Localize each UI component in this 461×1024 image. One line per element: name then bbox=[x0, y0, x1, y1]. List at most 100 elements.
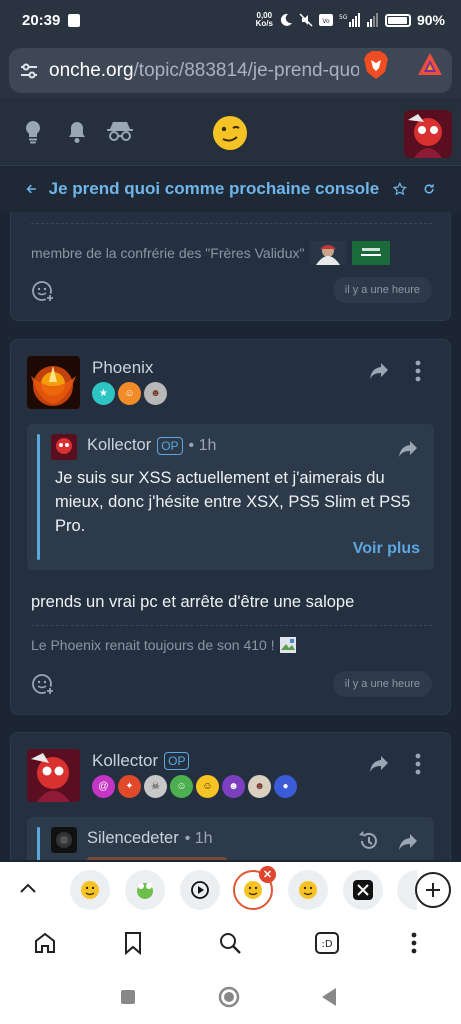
x-logo-icon bbox=[353, 880, 373, 900]
smiley-logo-icon[interactable] bbox=[211, 114, 249, 152]
tab-partial[interactable] bbox=[397, 870, 417, 910]
face-badge-icon: ☻ bbox=[248, 775, 271, 798]
bell-icon[interactable] bbox=[66, 120, 88, 144]
tab-onche[interactable] bbox=[70, 870, 110, 910]
post-header: Kollector OP bbox=[92, 751, 190, 771]
status-time: 20:39 bbox=[22, 11, 61, 29]
tab-onche-2[interactable] bbox=[288, 870, 328, 910]
home-icon[interactable] bbox=[33, 931, 57, 955]
tabs-counter-icon[interactable]: :D bbox=[314, 931, 340, 955]
search-icon[interactable] bbox=[218, 931, 242, 955]
post-card: membre de la confrérie des "Frères Valid… bbox=[10, 212, 451, 321]
svg-text:5G: 5G bbox=[339, 14, 348, 21]
face-badge-icon: ☻ bbox=[144, 382, 167, 405]
post-card: Kollector OP @ ✦ ☠ ☺ ☺ ☻ ☻ ● Silencedete… bbox=[10, 732, 451, 860]
saudi-flag-image bbox=[352, 241, 391, 265]
back-arrow-icon[interactable] bbox=[26, 182, 37, 196]
post-signature: membre de la confrérie des "Frères Valid… bbox=[31, 241, 391, 265]
status-icons: 0,00 Ko/s Vo 5G 90% bbox=[255, 11, 445, 29]
star-badge-icon: ★ bbox=[92, 382, 115, 405]
skull-badge-icon: ☠ bbox=[144, 775, 167, 798]
post-body: prends un vrai pc et arrête d'être une s… bbox=[31, 593, 355, 611]
share-icon[interactable] bbox=[369, 362, 389, 380]
quote-author[interactable]: Silencedeter bbox=[87, 829, 179, 848]
quote-block: Silencedeter • 1h bbox=[27, 817, 434, 860]
avatar[interactable] bbox=[27, 356, 80, 409]
moon-icon bbox=[280, 13, 292, 26]
recents-icon[interactable] bbox=[120, 989, 136, 1005]
avatar[interactable] bbox=[27, 749, 80, 802]
brave-shields-icon[interactable] bbox=[363, 50, 389, 80]
add-reaction-icon[interactable] bbox=[31, 672, 55, 696]
browser-bottom-nav: :D bbox=[0, 918, 461, 968]
browser-toolbar: onche.org/topic/883814/je-prend-quo bbox=[0, 40, 461, 98]
post-time: il y a une heure bbox=[332, 277, 432, 303]
history-icon[interactable] bbox=[358, 830, 380, 852]
url-text[interactable]: onche.org/topic/883814/je-prend-quo bbox=[49, 60, 359, 82]
share-icon[interactable] bbox=[369, 755, 389, 773]
frog-tab-icon bbox=[137, 883, 153, 899]
quote-avatar[interactable] bbox=[51, 434, 77, 460]
topic-bar: Je prend quoi comme prochaine console bbox=[0, 166, 461, 212]
tab-active-onche[interactable]: ✕ bbox=[233, 866, 276, 910]
post-time: il y a une heure bbox=[332, 671, 432, 697]
lightbulb-icon[interactable] bbox=[24, 120, 42, 144]
flame-badge-icon: ✦ bbox=[118, 775, 141, 798]
post-signature: Le Phoenix renait toujours de son 410 ! bbox=[31, 636, 297, 654]
quote-share-icon[interactable] bbox=[398, 833, 418, 851]
quote-time: • 1h bbox=[188, 436, 217, 454]
user-avatar[interactable] bbox=[404, 110, 452, 158]
post-author[interactable]: Phoenix bbox=[92, 358, 153, 378]
signal-icon: 5G bbox=[339, 13, 360, 27]
quote-share-icon[interactable] bbox=[398, 440, 418, 458]
user-badges: @ ✦ ☠ ☺ ☺ ☻ ☻ ● bbox=[92, 775, 297, 798]
swirl-badge-icon: @ bbox=[92, 775, 115, 798]
frog-badge-icon: ☺ bbox=[170, 775, 193, 798]
quote-header: Silencedeter • 1h bbox=[87, 829, 213, 848]
tab-frog[interactable] bbox=[125, 870, 165, 910]
network-speed: 0,00 Ko/s bbox=[255, 11, 273, 28]
see-more-link[interactable]: Voir plus bbox=[353, 540, 420, 558]
add-reaction-icon[interactable] bbox=[31, 279, 55, 303]
quote-image bbox=[87, 857, 227, 860]
back-triangle-icon[interactable] bbox=[321, 987, 337, 1007]
svg-text::D: :D bbox=[321, 939, 332, 950]
post-author[interactable]: Kollector bbox=[92, 751, 158, 771]
status-bar: 20:39 0,00 Ko/s Vo 5G 90% bbox=[0, 0, 461, 40]
smiley-tab-icon bbox=[299, 881, 317, 899]
op-badge: OP bbox=[164, 752, 190, 770]
quote-block: Kollector OP • 1h Je suis sur XSS actuel… bbox=[27, 424, 434, 570]
refresh-icon[interactable] bbox=[423, 181, 435, 197]
menu-dots-icon[interactable] bbox=[411, 931, 417, 955]
user-badges: ★ ☺ ☻ bbox=[92, 382, 167, 405]
quote-author[interactable]: Kollector bbox=[87, 436, 151, 455]
mute-icon bbox=[299, 13, 313, 27]
chevron-up-icon[interactable] bbox=[19, 882, 37, 894]
home-circle-icon[interactable] bbox=[218, 986, 240, 1008]
topic-title: Je prend quoi comme prochaine console bbox=[48, 179, 380, 198]
quote-avatar[interactable] bbox=[51, 827, 77, 853]
tab-x[interactable] bbox=[343, 870, 383, 910]
quote-time: • 1h bbox=[184, 829, 213, 847]
close-tab-icon[interactable]: ✕ bbox=[259, 866, 276, 883]
brave-rewards-icon[interactable] bbox=[417, 52, 443, 76]
incognito-icon[interactable] bbox=[106, 120, 134, 142]
new-tab-button[interactable] bbox=[415, 872, 451, 908]
smiley-badge-icon: ☺ bbox=[196, 775, 219, 798]
tab-strip: ✕ bbox=[0, 862, 461, 918]
battery-icon bbox=[384, 13, 411, 27]
notification-icon bbox=[68, 13, 81, 27]
more-options-icon[interactable] bbox=[415, 360, 421, 382]
tab-video[interactable] bbox=[180, 870, 220, 910]
more-options-icon[interactable] bbox=[415, 753, 421, 775]
battery-percent: 90% bbox=[416, 12, 445, 28]
svg-text:Vo: Vo bbox=[322, 18, 330, 25]
site-settings-icon[interactable] bbox=[19, 61, 39, 81]
signal2-icon bbox=[366, 13, 378, 27]
planet-badge-icon: ● bbox=[274, 775, 297, 798]
post-card: Phoenix ★ ☺ ☻ Kollector OP • 1h Je suis … bbox=[10, 339, 451, 715]
bookmark-icon[interactable] bbox=[123, 931, 143, 955]
star-icon[interactable] bbox=[393, 180, 407, 198]
quote-header: Kollector OP • 1h bbox=[87, 436, 216, 455]
plus-icon bbox=[426, 883, 440, 897]
